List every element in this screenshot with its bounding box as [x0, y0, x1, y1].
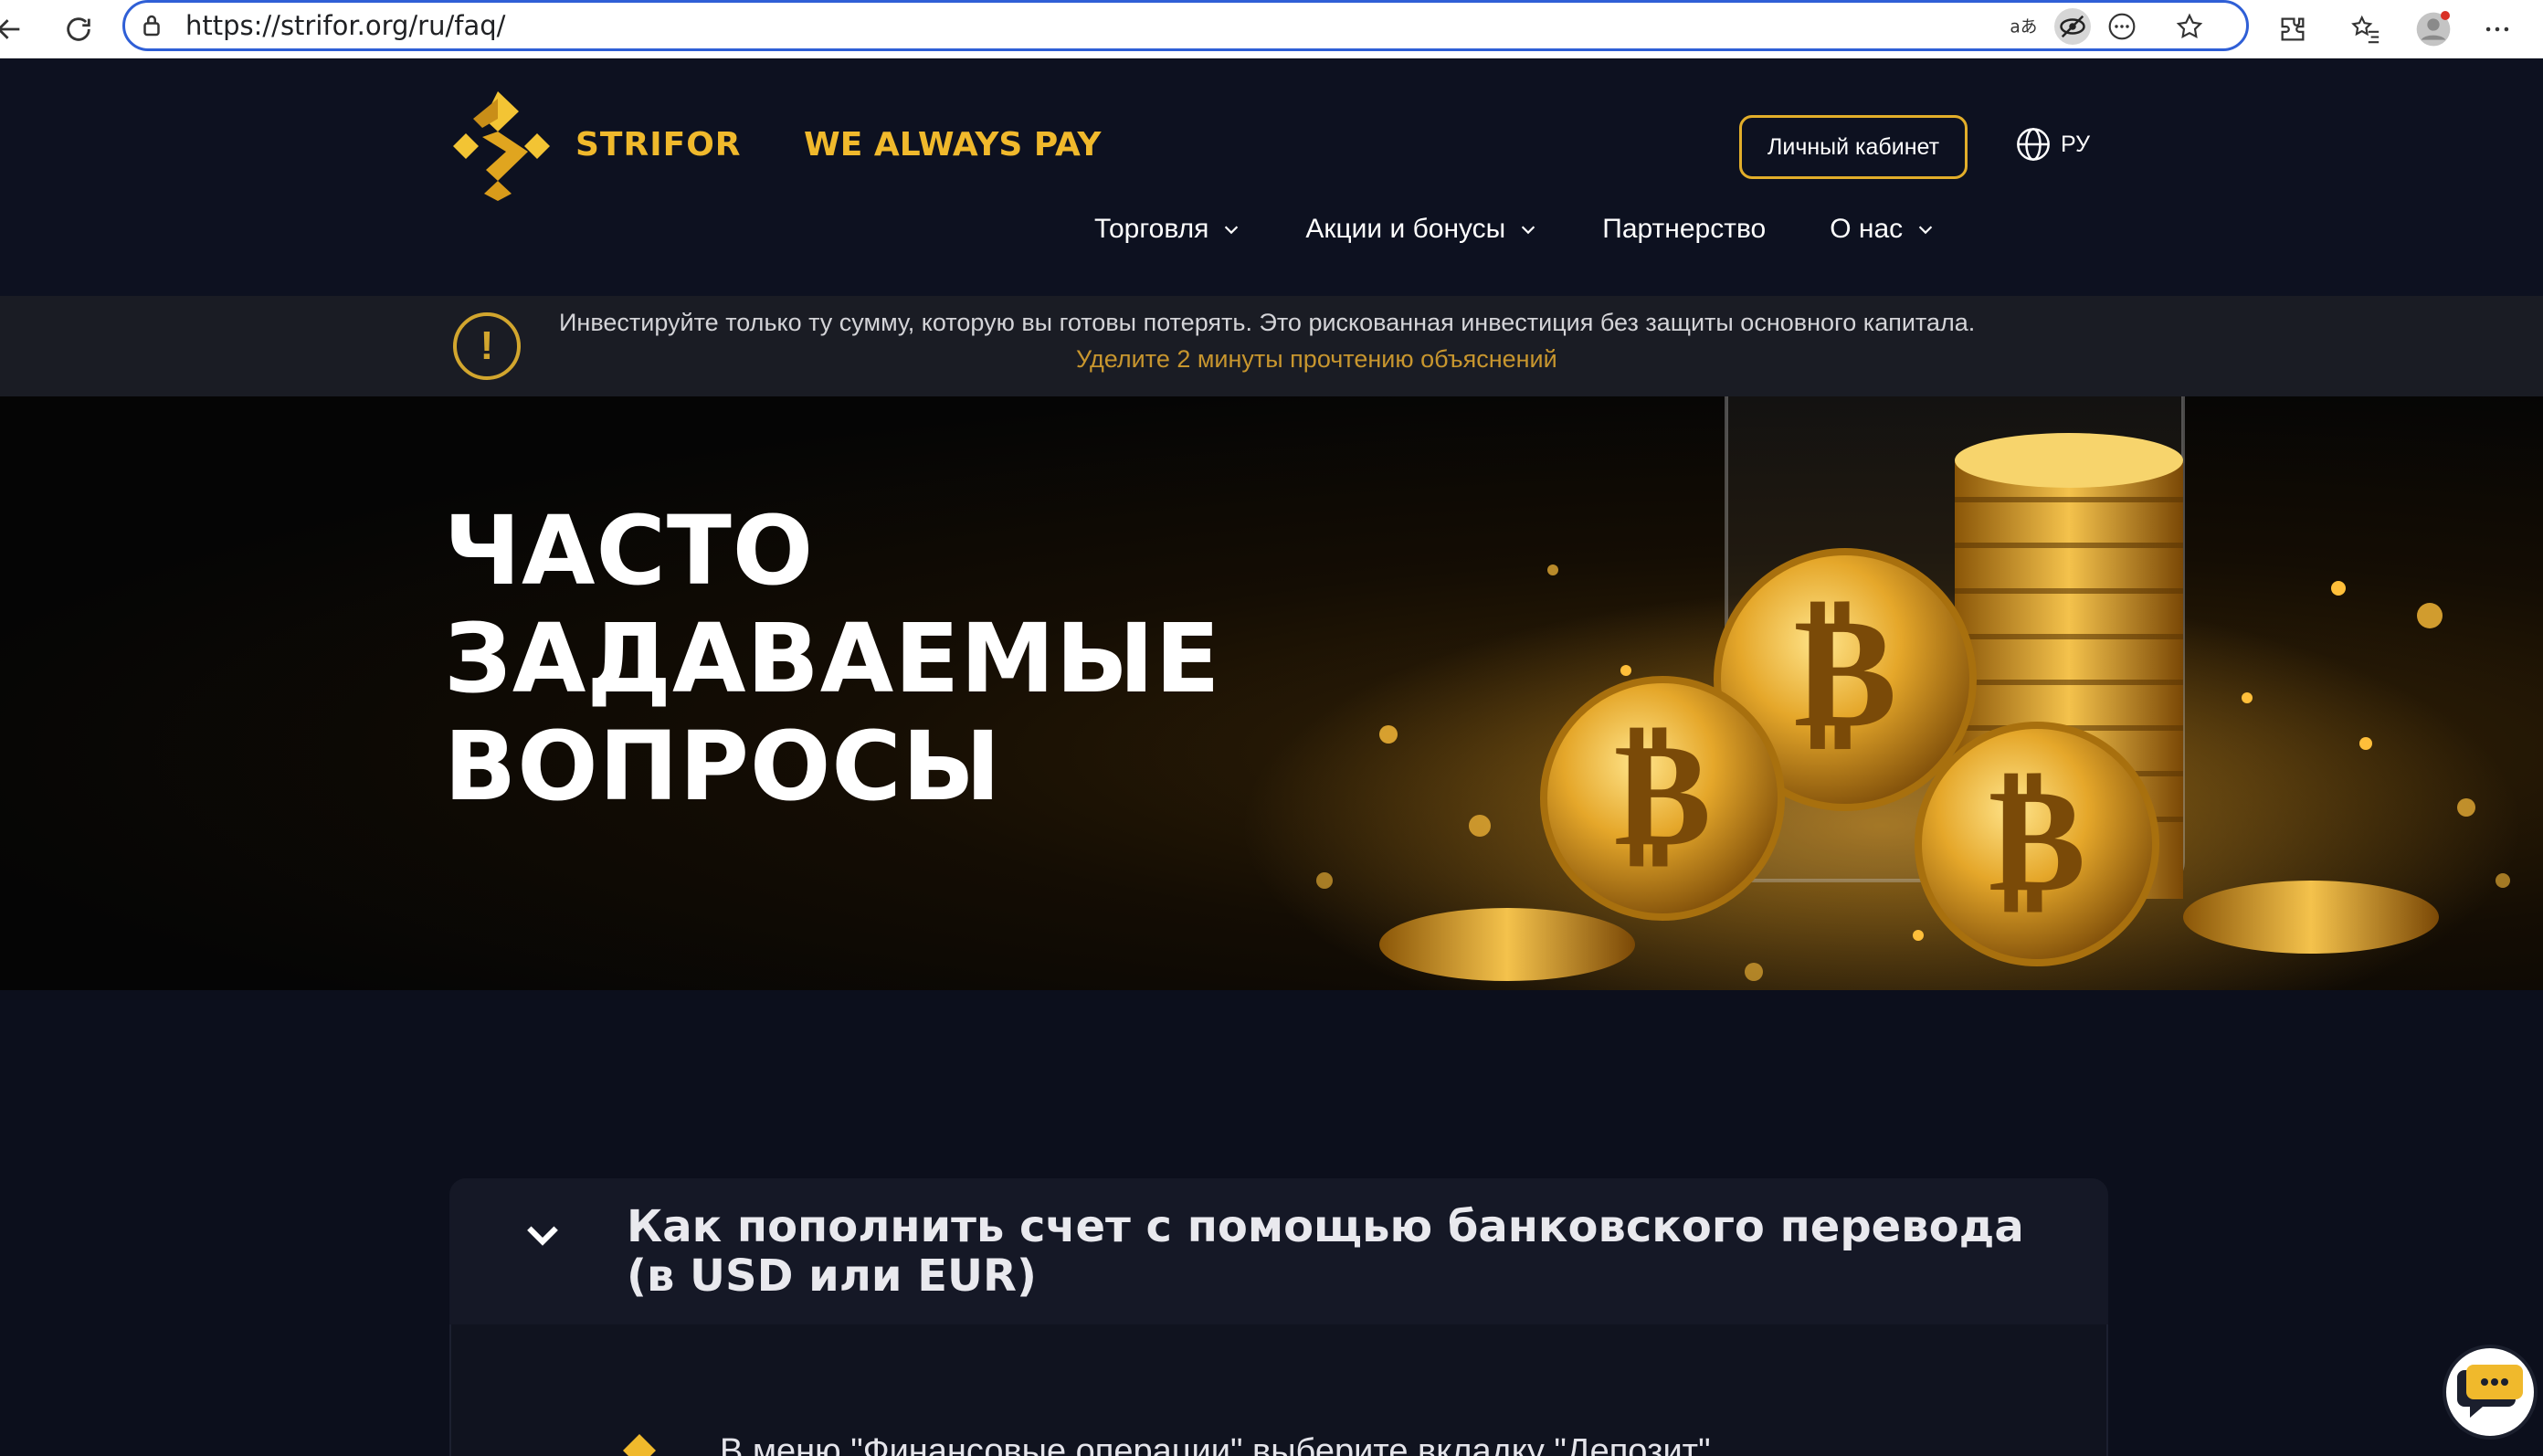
main-nav: Торговля Акции и бонусы Партнерство О на…	[1094, 214, 2000, 245]
nav-item-label: Партнерство	[1602, 214, 1767, 244]
nav-item-label: Торговля	[1094, 214, 1209, 244]
nav-item-label: Акции и бонусы	[1305, 214, 1506, 244]
faq-item: Как пополнить счет с помощью банковского…	[449, 1178, 2108, 1456]
lock-icon[interactable]	[138, 12, 165, 39]
favorites-list-icon[interactable]	[2344, 7, 2388, 51]
bitcoin-coins-illustration: ₿ ₿ ₿	[1242, 396, 2521, 990]
address-bar[interactable]: https://strifor.org/ru/faq/ aあ	[122, 0, 2249, 51]
strifor-logo-icon[interactable]	[446, 91, 550, 201]
back-icon[interactable]	[0, 7, 31, 51]
nav-item-about[interactable]: О нас	[1830, 214, 1936, 245]
exclamation-icon: !	[453, 312, 521, 380]
faq-step-text: В меню "Финансовые операции" выберите вк…	[720, 1432, 1711, 1456]
more-options-icon[interactable]	[2104, 8, 2140, 45]
menu-dots-icon[interactable]	[2475, 7, 2519, 51]
chevron-down-icon	[1225, 226, 1239, 235]
translate-icon[interactable]: aあ	[2005, 8, 2042, 45]
brand-slogan: WE ALWAYS PAY	[804, 126, 1102, 164]
chevron-down-icon[interactable]	[522, 1215, 563, 1255]
svg-text:aあ: aあ	[2010, 18, 2037, 37]
svg-text:₿: ₿	[1989, 754, 2086, 924]
browser-toolbar: https://strifor.org/ru/faq/ aあ	[0, 0, 2543, 58]
nav-item-label: О нас	[1830, 214, 1904, 244]
language-label: РУ	[2061, 131, 2091, 157]
favorite-star-icon[interactable]	[2171, 8, 2208, 45]
profile-avatar-icon[interactable]	[2411, 7, 2455, 51]
personal-cabinet-button[interactable]: Личный кабинет	[1739, 115, 1968, 179]
chat-bubble-icon	[2457, 1365, 2523, 1418]
faq-question[interactable]: Как пополнить счет с помощью банковского…	[627, 1202, 2052, 1301]
title-line: ЧАСТО	[444, 495, 815, 607]
globe-icon	[2017, 128, 2050, 161]
reload-icon[interactable]	[57, 7, 100, 51]
tracking-prevention-icon[interactable]	[2054, 8, 2091, 45]
faq-question-header[interactable]: Как пополнить счет с помощью банковского…	[449, 1178, 2108, 1324]
title-line: ЗАДАВАЕМЫЕ	[444, 603, 1221, 714]
risk-warning-text: Инвестируйте только ту сумму, которую вы…	[559, 309, 1976, 336]
risk-warning-banner: ! Инвестируйте только ту сумму, которую …	[0, 296, 2543, 396]
risk-explanation-link[interactable]: Уделите 2 минуты прочтению объяснений	[1076, 345, 1557, 374]
brand-name[interactable]: STRIFOR	[575, 126, 742, 164]
svg-text:₿: ₿	[1793, 582, 1896, 763]
faq-answer: В меню "Финансовые операции" выберите вк…	[449, 1324, 2108, 1456]
chat-widget-button[interactable]	[2443, 1345, 2538, 1440]
svg-text:₿: ₿	[1614, 708, 1712, 879]
extensions-icon[interactable]	[2271, 7, 2315, 51]
page-title: ЧАСТО ЗАДАВАЕМЫЕ ВОПРОСЫ	[444, 497, 1221, 820]
nav-item-partnership[interactable]: Партнерство	[1602, 214, 1766, 245]
nav-item-promotions[interactable]: Акции и бонусы	[1305, 214, 1538, 245]
url-text[interactable]: https://strifor.org/ru/faq/	[185, 10, 505, 41]
nav-item-trading[interactable]: Торговля	[1094, 214, 1241, 245]
chevron-down-icon	[1522, 226, 1535, 235]
chevron-down-icon	[1918, 226, 1933, 235]
diamond-bullet-icon	[623, 1434, 656, 1456]
title-line: ВОПРОСЫ	[444, 711, 1002, 822]
site-header: STRIFOR WE ALWAYS PAY Личный кабинет РУ …	[0, 58, 2543, 296]
hero-banner: ₿ ₿ ₿ ЧАСТО ЗАДАВАЕМЫЕ ВОПРОСЫ	[0, 396, 2543, 990]
language-switcher[interactable]: РУ	[2015, 126, 2090, 163]
notification-dot	[2441, 11, 2450, 20]
